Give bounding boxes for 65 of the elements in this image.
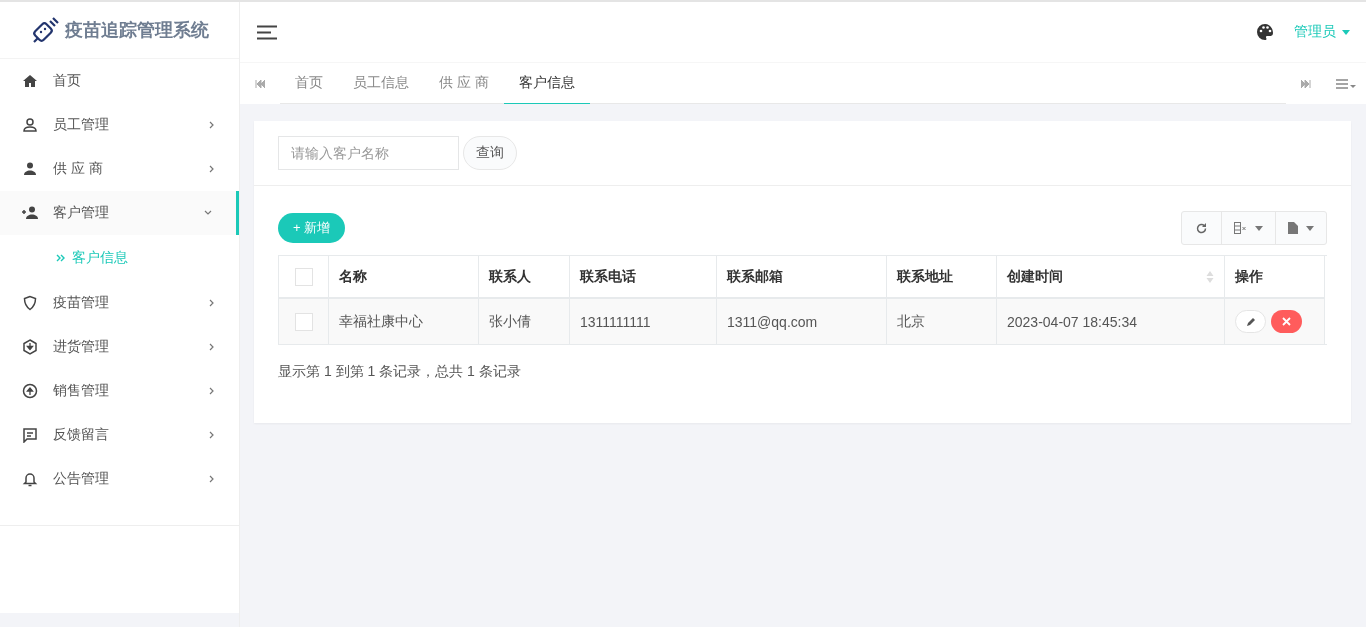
file-icon (1288, 222, 1298, 234)
table-cell: 2023-04-07 18:45:34 (1007, 313, 1137, 330)
column-header: 操作 (1235, 267, 1263, 286)
table-cell: 1311111111 (580, 313, 651, 330)
caret-down-icon (1255, 225, 1263, 231)
user-icon (22, 161, 38, 177)
double-chevron-icon (56, 254, 65, 262)
sidebar-item[interactable]: 供 应 商 (0, 147, 239, 191)
refresh-icon (1196, 222, 1207, 234)
tab[interactable]: 供 应 商 (424, 63, 504, 104)
user-outline-icon (22, 117, 38, 133)
close-icon (1282, 317, 1291, 326)
column-header: 联系地址 (897, 267, 953, 286)
table-cell: 北京 (897, 312, 925, 331)
palette-icon[interactable] (1256, 23, 1274, 41)
table-cell: 张小倩 (489, 312, 531, 331)
chevron-down-icon (204, 210, 212, 216)
sidebar-item[interactable]: 公告管理 (0, 457, 239, 501)
menu-icon[interactable] (257, 24, 277, 40)
chevron-right-icon (209, 343, 215, 351)
caret-down-icon (1306, 225, 1314, 231)
column-header: 联系人 (489, 267, 531, 286)
chevron-right-icon (209, 475, 215, 483)
chevron-right-icon (209, 299, 215, 307)
home-icon (22, 73, 38, 89)
columns-icon (1234, 222, 1247, 234)
checkbox[interactable] (294, 267, 313, 286)
bell-icon (22, 471, 38, 487)
sidebar-item[interactable]: 销售管理 (0, 369, 239, 413)
column-header: 联系电话 (580, 267, 636, 286)
message-icon (22, 427, 38, 443)
table-cell: 幸福社康中心 (339, 312, 423, 331)
search-field[interactable]: 请输入客户名称 (278, 136, 459, 170)
list-menu-icon[interactable] (1336, 78, 1356, 89)
user-plus-icon (22, 205, 38, 221)
tab[interactable]: 首页 (280, 63, 338, 104)
column-header[interactable]: 创建时间 (1007, 267, 1063, 286)
pencil-icon (1245, 316, 1256, 327)
syringe-logo-icon (30, 15, 61, 45)
sidebar-item[interactable]: 员工管理 (0, 103, 239, 147)
edit-button[interactable] (1235, 310, 1266, 333)
skip-back-icon[interactable] (255, 79, 265, 88)
checkbox[interactable] (294, 312, 313, 331)
tab[interactable]: 员工信息 (338, 63, 424, 104)
column-header: 联系邮箱 (727, 267, 783, 286)
sidebar-item[interactable]: 疫苗管理 (0, 281, 239, 325)
skip-forward-icon[interactable] (1301, 79, 1311, 88)
table-cell: 1311@qq.com (727, 313, 818, 330)
shield-icon (22, 295, 38, 311)
chevron-right-icon (209, 387, 215, 395)
sidebar-item[interactable]: 进货管理 (0, 325, 239, 369)
hexagon-arrow-icon (22, 339, 38, 355)
app-title: 疫苗追踪管理系统 (64, 19, 209, 42)
chevron-right-icon (209, 165, 215, 173)
column-header: 名称 (339, 267, 367, 286)
sidebar-item[interactable]: 反馈留言 (0, 413, 239, 457)
search-button[interactable]: 查询 (463, 136, 517, 170)
caret-down-icon (1342, 29, 1350, 35)
delete-button[interactable] (1271, 310, 1302, 333)
chevron-right-icon (209, 431, 215, 439)
sidebar-item[interactable]: 首页 (0, 59, 239, 103)
tab[interactable]: 客户信息 (503, 63, 590, 104)
chevron-right-icon (209, 121, 215, 129)
pagination-info: 显示第 1 到第 1 条记录，总共 1 条记录 (278, 363, 522, 381)
sidebar-item[interactable]: 客户管理 (0, 191, 239, 235)
